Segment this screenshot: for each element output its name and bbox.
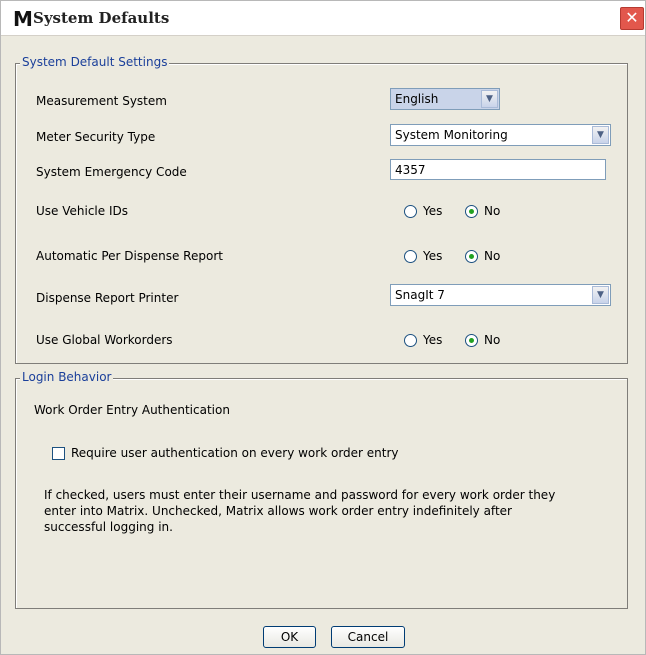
automatic-per-dispense-report-yes-label[interactable]: Yes <box>423 249 442 263</box>
use-vehicle-ids-no-label[interactable]: No <box>484 204 500 218</box>
use-global-workorders-no-label[interactable]: No <box>484 333 500 347</box>
measurement-system-label: Measurement System <box>36 94 167 108</box>
login-behavior-description-line-2: enter into Matrix. Unchecked, Matrix all… <box>44 504 512 518</box>
radio-selected-dot <box>469 338 474 343</box>
close-icon: ✕ <box>625 8 639 27</box>
use-global-workorders-label: Use Global Workorders <box>36 333 173 347</box>
dispense-report-printer-value: SnagIt 7 <box>395 288 445 302</box>
title-bar: M System Defaults ✕ <box>1 1 645 36</box>
close-button[interactable]: ✕ <box>620 7 644 30</box>
automatic-per-dispense-report-label: Automatic Per Dispense Report <box>36 249 223 263</box>
automatic-per-dispense-report-yes-radio[interactable] <box>404 250 417 263</box>
use-global-workorders-yes-radio[interactable] <box>404 334 417 347</box>
dispense-report-printer-label: Dispense Report Printer <box>36 291 179 305</box>
system-defaults-dialog: M System Defaults ✕ System Default Setti… <box>0 0 646 655</box>
system-emergency-code-label: System Emergency Code <box>36 165 187 179</box>
use-vehicle-ids-yes-radio[interactable] <box>404 205 417 218</box>
system-emergency-code-input[interactable]: 4357 <box>390 159 606 180</box>
radio-selected-dot <box>469 209 474 214</box>
require-authentication-checkbox[interactable] <box>52 447 65 460</box>
use-vehicle-ids-no-radio[interactable] <box>465 205 478 218</box>
dialog-body: System Default Settings Measurement Syst… <box>1 36 645 654</box>
chevron-down-icon[interactable]: ▼ <box>592 286 609 304</box>
chevron-down-icon[interactable]: ▼ <box>592 126 609 144</box>
login-behavior-group: Login Behavior Work Order Entry Authenti… <box>15 370 628 609</box>
ok-button[interactable]: OK <box>263 626 316 648</box>
automatic-per-dispense-report-no-label[interactable]: No <box>484 249 500 263</box>
login-behavior-description-line-3: successful logging in. <box>44 520 173 534</box>
radio-selected-dot <box>469 254 474 259</box>
meter-security-type-select[interactable]: System Monitoring ▼ <box>390 124 611 146</box>
system-emergency-code-value: 4357 <box>395 163 426 177</box>
use-vehicle-ids-yes-label[interactable]: Yes <box>423 204 442 218</box>
system-default-settings-group: System Default Settings Measurement Syst… <box>15 55 628 364</box>
app-icon: M <box>13 7 33 31</box>
system-default-settings-legend: System Default Settings <box>20 55 170 69</box>
use-global-workorders-yes-label[interactable]: Yes <box>423 333 442 347</box>
cancel-button[interactable]: Cancel <box>331 626 405 648</box>
login-behavior-legend: Login Behavior <box>20 370 114 384</box>
use-global-workorders-no-radio[interactable] <box>465 334 478 347</box>
meter-security-type-label: Meter Security Type <box>36 130 156 144</box>
require-authentication-label[interactable]: Require user authentication on every wor… <box>71 446 399 460</box>
dispense-report-printer-select[interactable]: SnagIt 7 ▼ <box>390 284 611 306</box>
automatic-per-dispense-report-no-radio[interactable] <box>465 250 478 263</box>
work-order-entry-authentication-heading: Work Order Entry Authentication <box>34 403 230 417</box>
measurement-system-select[interactable]: English ▼ <box>390 88 500 110</box>
use-vehicle-ids-label: Use Vehicle IDs <box>36 204 128 218</box>
meter-security-type-value: System Monitoring <box>395 128 508 142</box>
window-title: System Defaults <box>33 9 170 27</box>
measurement-system-value: English <box>395 92 439 106</box>
login-behavior-description-line-1: If checked, users must enter their usern… <box>44 488 556 502</box>
chevron-down-icon[interactable]: ▼ <box>481 90 498 108</box>
